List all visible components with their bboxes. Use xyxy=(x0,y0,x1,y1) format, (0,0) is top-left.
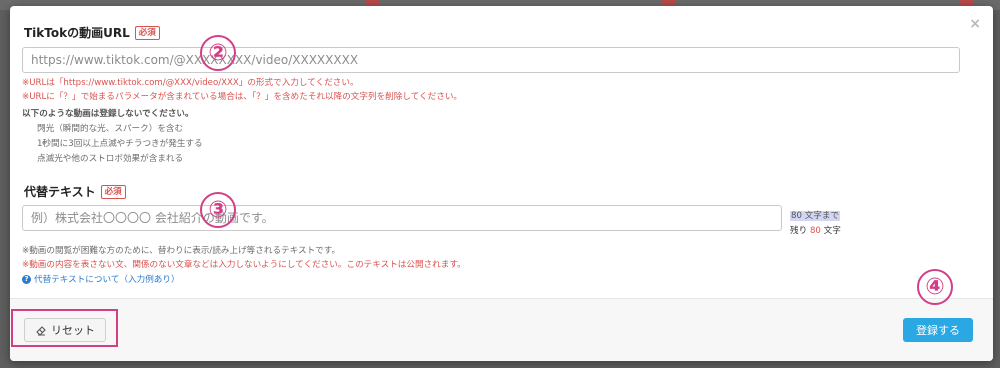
counter-remaining-suffix: 文字 xyxy=(823,226,841,236)
counter-remaining-value: 80 xyxy=(809,226,821,236)
counter-max: 80 文字まで xyxy=(790,211,841,221)
alt-text-purpose-note: ※動画の閲覧が困難な方のために、替わりに表示/読み上げ等されるテキストです。 xyxy=(22,246,341,256)
url-label-text: TikTokの動画URL xyxy=(24,26,130,40)
tiktok-url-input[interactable] xyxy=(22,47,960,73)
eraser-icon xyxy=(36,326,46,336)
list-item: 点滅光や他のストロボ効果が含まれる xyxy=(37,152,203,167)
video-register-modal: × TikTokの動画URL 必須 ※URLは「https://www.tikt… xyxy=(10,6,993,361)
alt-text-help-link[interactable]: ? 代替テキストについて（入力例あり） xyxy=(22,273,180,285)
question-icon: ? xyxy=(22,274,31,284)
url-label: TikTokの動画URL 必須 xyxy=(24,24,160,41)
alt-text-public-note: ※動画の内容を表さない文、関係のない文章などは入力しないようにしてください。この… xyxy=(22,260,466,270)
close-icon[interactable]: × xyxy=(969,16,981,32)
alt-text-label: 代替テキスト 必須 xyxy=(24,183,126,200)
url-format-note: ※URLは「https://www.tiktok.com/@XXX/video/… xyxy=(22,78,359,88)
reset-label: リセット xyxy=(51,324,95,337)
alt-text-input[interactable] xyxy=(22,205,782,231)
annotation-marker-2: ② xyxy=(200,35,236,71)
counter-remaining-prefix: 残り xyxy=(790,226,808,236)
url-param-note: ※URLに「？」で始まるパラメータが含まれている場合は、「？」を含めたそれ以降の… xyxy=(22,92,463,102)
warning-list: 閃光（瞬間的な光、スパーク）を含む 1秒間に3回以上点滅やチラつきが発生する 点… xyxy=(22,122,203,167)
annotation-marker-3: ③ xyxy=(200,192,236,228)
list-item: 1秒間に3回以上点滅やチラつきが発生する xyxy=(37,137,203,152)
annotation-marker-4: ④ xyxy=(917,269,953,305)
submit-button[interactable]: 登録する xyxy=(903,318,973,342)
required-badge: 必須 xyxy=(100,184,126,199)
warning-heading: 以下のような動画は登録しないでください。 xyxy=(22,109,194,119)
alt-text-label-text: 代替テキスト xyxy=(24,185,96,199)
modal-footer: リセット 登録する xyxy=(10,298,993,361)
reset-button[interactable]: リセット xyxy=(24,318,106,342)
list-item: 閃光（瞬間的な光、スパーク）を含む xyxy=(37,122,203,137)
char-counter: 80 文字まで 残り 80 文字 xyxy=(790,209,841,239)
help-link-text[interactable]: 代替テキストについて（入力例あり） xyxy=(34,273,180,285)
required-badge: 必須 xyxy=(134,25,160,40)
